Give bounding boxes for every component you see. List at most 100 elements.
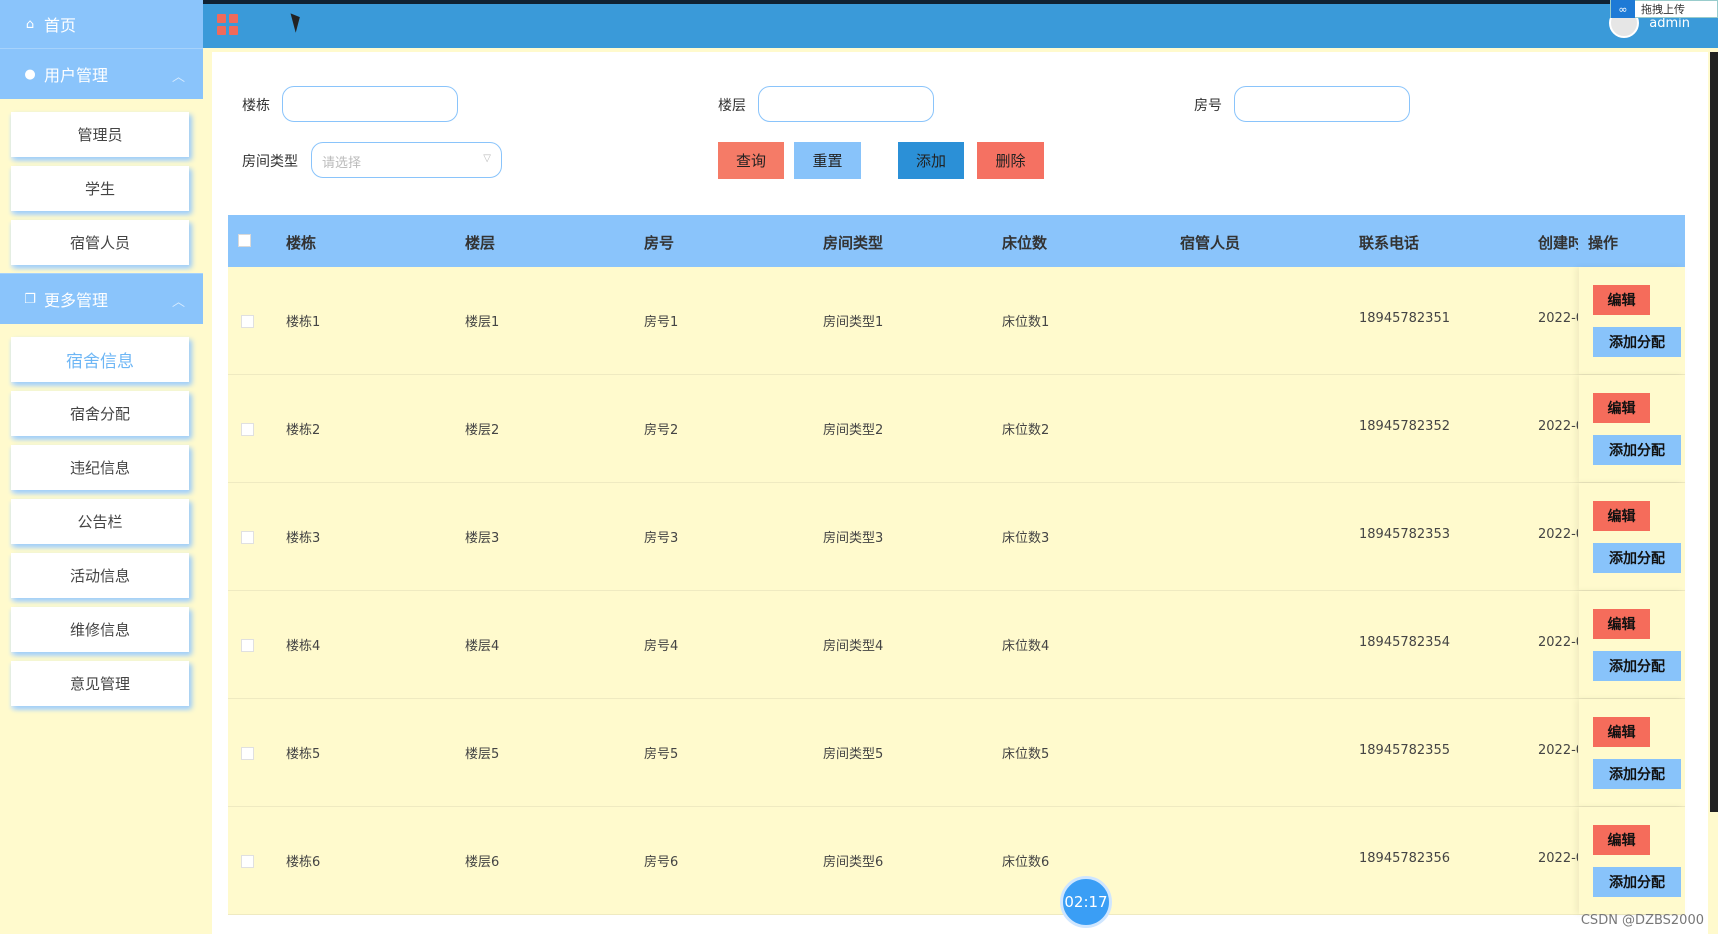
search-button[interactable]: 查询	[718, 142, 784, 179]
add-assignment-button[interactable]: 添加分配	[1593, 327, 1681, 357]
col-manager: 宿管人员	[1180, 234, 1241, 252]
grid-menu-icon[interactable]	[217, 14, 238, 35]
sidebar-item-feedback[interactable]: 意见管理	[11, 661, 189, 706]
edit-button[interactable]: 编辑	[1593, 393, 1650, 423]
sidebar-item-dorm-info[interactable]: 宿舍信息	[11, 337, 189, 382]
cell-phone: 18945782353	[1359, 527, 1450, 542]
room-type-label: 房间类型	[242, 154, 298, 170]
sidebar-group-more[interactable]: ❐ 更多管理 ︿	[0, 273, 203, 324]
upload-widget[interactable]: ∞ 拖拽上传	[1610, 0, 1718, 18]
cell-building: 楼栋1	[286, 315, 321, 330]
row-checkbox[interactable]	[241, 855, 254, 868]
col-phone: 联系电话	[1359, 234, 1420, 252]
row-actions: 编辑 添加分配	[1579, 483, 1685, 590]
cell-room: 房号3	[644, 531, 679, 546]
edit-button[interactable]: 编辑	[1593, 285, 1650, 315]
cell-beds: 床位数4	[1002, 639, 1050, 654]
cell-beds: 床位数2	[1002, 423, 1050, 438]
chevron-up-icon: ︿	[171, 70, 185, 85]
cell-beds: 床位数6	[1002, 855, 1050, 870]
table-row: 楼栋4楼层4房号4房间类型4床位数4189457823542022-0编辑添加分…	[228, 591, 1685, 699]
home-icon: ⌂	[25, 16, 35, 32]
cell-created: 2022-0	[1538, 419, 1578, 434]
delete-button[interactable]: 删除	[977, 142, 1044, 179]
sidebar-item-admin[interactable]: 管理员	[11, 112, 189, 157]
table-body: 楼栋1楼层1房号1房间类型1床位数1189457823512022-0编辑添加分…	[228, 267, 1685, 915]
room-label: 房号	[1194, 98, 1222, 114]
data-table: 楼栋 楼层 房号 房间类型 床位数 宿管人员 联系电话 创建时 操作 楼栋1 楼层…	[228, 215, 1685, 915]
cell-room-type: 房间类型3	[823, 531, 884, 546]
add-assignment-button[interactable]: 添加分配	[1593, 867, 1681, 897]
sidebar-item-student[interactable]: 学生	[11, 166, 189, 211]
floor-label: 楼层	[718, 98, 746, 114]
building-input[interactable]	[282, 86, 458, 122]
select-all-checkbox[interactable]	[238, 234, 251, 247]
cell-room-type: 房间类型1	[823, 315, 884, 330]
cell-beds: 床位数3	[1002, 531, 1050, 546]
cell-room-type: 房间类型4	[823, 639, 884, 654]
row-checkbox[interactable]	[241, 639, 254, 652]
cell-created: 2022-0	[1538, 851, 1578, 866]
cell-building: 楼栋3	[286, 531, 321, 546]
add-button[interactable]: 添加	[898, 142, 964, 179]
col-room: 房号	[644, 234, 675, 252]
edit-button[interactable]: 编辑	[1593, 717, 1650, 747]
add-assignment-button[interactable]: 添加分配	[1593, 759, 1681, 789]
table-row: 楼栋3楼层3房号3房间类型3床位数3189457823532022-0编辑添加分…	[228, 483, 1685, 591]
row-checkbox[interactable]	[241, 531, 254, 544]
room-type-select[interactable]: 请选择 ▽	[311, 142, 502, 178]
col-room-type: 房间类型	[823, 234, 884, 252]
row-actions: 编辑 添加分配	[1579, 375, 1685, 482]
copy-icon: ❐	[24, 291, 36, 307]
add-assignment-button[interactable]: 添加分配	[1593, 543, 1681, 573]
row-checkbox[interactable]	[241, 315, 254, 328]
sidebar-group-users[interactable]: ● 用户管理 ︿	[0, 48, 203, 99]
cell-phone: 18945782352	[1359, 419, 1450, 434]
room-type-placeholder: 请选择	[322, 156, 362, 171]
sidebar-item-repair[interactable]: 维修信息	[11, 607, 189, 652]
table-row: 楼栋6楼层6房号6房间类型6床位数6189457823562022-0编辑添加分…	[228, 807, 1685, 915]
col-building: 楼栋	[286, 234, 317, 252]
add-assignment-button[interactable]: 添加分配	[1593, 435, 1681, 465]
add-assignment-button[interactable]: 添加分配	[1593, 651, 1681, 681]
cell-building: 楼栋4	[286, 639, 321, 654]
cell-floor: 楼层3	[465, 531, 500, 546]
row-checkbox[interactable]	[241, 747, 254, 760]
scrollbar[interactable]	[1710, 52, 1718, 812]
row-actions: 编辑 添加分配	[1579, 591, 1685, 698]
cell-room: 房号5	[644, 747, 679, 762]
timer-badge: 02:17	[1060, 876, 1112, 928]
cell-room-type: 房间类型5	[823, 747, 884, 762]
cell-beds: 床位数1	[1002, 315, 1050, 330]
floor-input[interactable]	[758, 86, 934, 122]
cell-phone: 18945782355	[1359, 743, 1450, 758]
reset-button[interactable]: 重置	[794, 142, 861, 179]
edit-button[interactable]: 编辑	[1593, 609, 1650, 639]
cell-phone: 18945782356	[1359, 851, 1450, 866]
sidebar-home[interactable]: ⌂ 首页	[0, 0, 203, 48]
sidebar-item-dorm-assign[interactable]: 宿舍分配	[11, 391, 189, 436]
edit-button[interactable]: 编辑	[1593, 825, 1650, 855]
cell-created: 2022-0	[1538, 527, 1578, 542]
sidebar-item-violation[interactable]: 违纪信息	[11, 445, 189, 490]
row-actions: 编辑 添加分配	[1579, 807, 1685, 914]
col-beds: 床位数	[1002, 234, 1048, 252]
cell-created: 2022-0	[1538, 743, 1578, 758]
row-checkbox[interactable]	[241, 423, 254, 436]
cell-floor: 楼层5	[465, 747, 500, 762]
sidebar-item-activity[interactable]: 活动信息	[11, 553, 189, 598]
sidebar-item-notice[interactable]: 公告栏	[11, 499, 189, 544]
chevron-up-icon: ︿	[171, 295, 185, 310]
sidebar-group-more-label: 更多管理	[44, 291, 109, 310]
cell-building: 楼栋6	[286, 855, 321, 870]
cell-room-type: 房间类型6	[823, 855, 884, 870]
cell-room: 房号2	[644, 423, 679, 438]
sidebar-item-dorm-manager[interactable]: 宿管人员	[11, 220, 189, 265]
table-row: 楼栋5楼层5房号5房间类型5床位数5189457823552022-0编辑添加分…	[228, 699, 1685, 807]
edit-button[interactable]: 编辑	[1593, 501, 1650, 531]
room-input[interactable]	[1234, 86, 1410, 122]
sidebar-home-label: 首页	[44, 16, 77, 35]
sidebar: ⌂ 首页 ● 用户管理 ︿ 管理员 学生 宿管人员 ❐ 更多管理 ︿ 宿舍信息 …	[0, 0, 203, 934]
upload-label: 拖拽上传	[1641, 3, 1685, 16]
mouse-cursor-icon	[290, 11, 304, 33]
